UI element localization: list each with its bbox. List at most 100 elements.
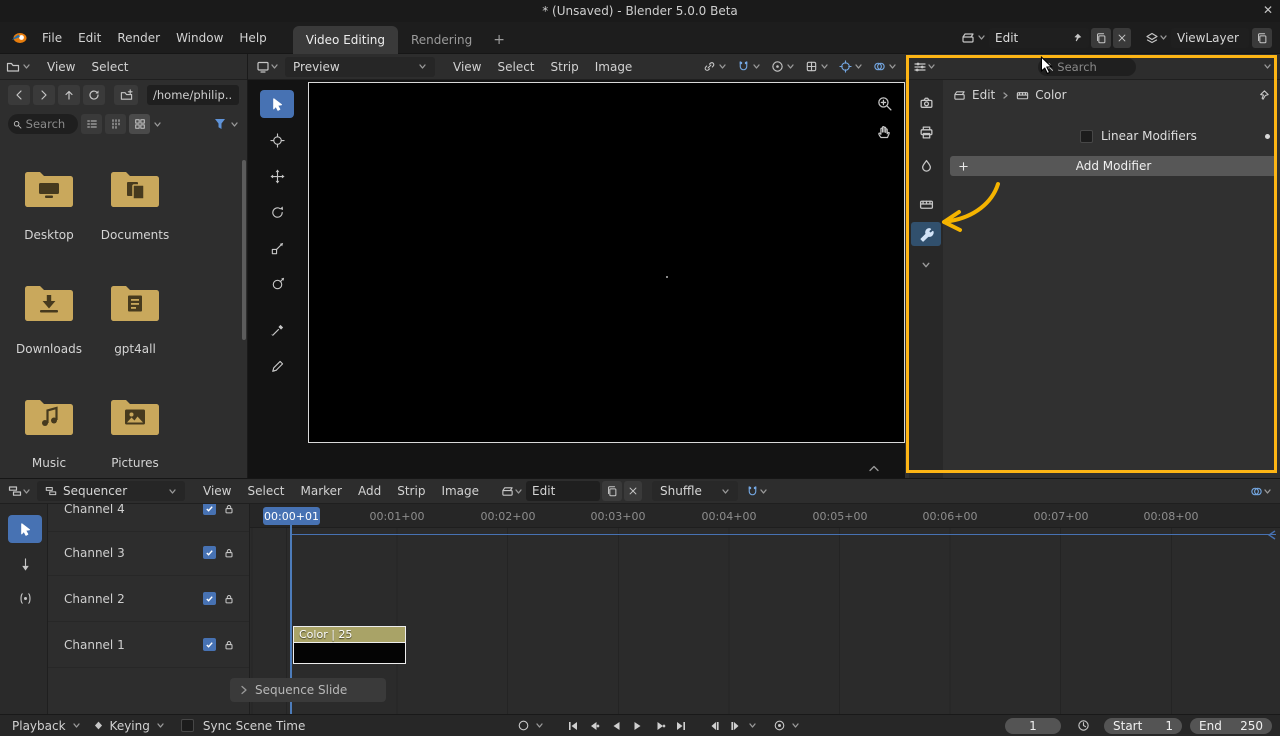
- folder-item-gpt4all[interactable]: gpt4all: [109, 282, 161, 396]
- snap-chevron-icon[interactable]: [752, 62, 761, 71]
- sequencer-mode-dropdown[interactable]: Sequencer: [37, 481, 185, 501]
- step-forward-button[interactable]: [726, 717, 746, 735]
- sequencer-editor-chevron-icon[interactable]: [22, 487, 31, 496]
- refresh-button[interactable]: [83, 85, 105, 105]
- tab-rendering[interactable]: Rendering: [398, 26, 485, 54]
- channel-row[interactable]: Channel 4: [48, 504, 249, 532]
- folder-item-downloads[interactable]: Downloads: [16, 282, 82, 396]
- record-chevron-icon[interactable]: [535, 721, 544, 730]
- output-properties-tab[interactable]: [911, 120, 941, 144]
- tabs-overflow-chevron-icon[interactable]: [921, 260, 931, 270]
- retiming-tool-button[interactable]: [8, 584, 42, 612]
- pin-icon[interactable]: [1257, 89, 1270, 102]
- pv-menu-strip[interactable]: Strip: [543, 60, 587, 74]
- cursor-tool-button[interactable]: [260, 126, 294, 154]
- back-button[interactable]: [8, 85, 30, 105]
- preview-editor-chevron-icon[interactable]: [270, 62, 279, 71]
- display-thumbnail-button[interactable]: [129, 114, 150, 134]
- display-horizontal-list-button[interactable]: [105, 114, 126, 134]
- render-properties-tab[interactable]: [911, 90, 941, 114]
- channel-visibility-checkbox[interactable]: [203, 546, 216, 559]
- channel-visibility-checkbox[interactable]: [203, 592, 216, 605]
- seq-overlays-chevron-icon[interactable]: [1263, 487, 1272, 496]
- folder-item-documents[interactable]: Documents: [101, 168, 169, 282]
- sync-scene-time-checkbox[interactable]: [180, 719, 194, 732]
- overlays-chevron-icon[interactable]: [888, 62, 897, 71]
- seq-scene-field[interactable]: Edit: [526, 481, 601, 501]
- sequencer-editor-type-icon[interactable]: [8, 484, 22, 498]
- fb-menu-select[interactable]: Select: [83, 60, 136, 74]
- timeline-ruler[interactable]: 00:01+00 00:02+00 00:03+00 00:04+00 00:0…: [250, 504, 1280, 528]
- modifiers-properties-tab[interactable]: [911, 222, 941, 246]
- menu-window[interactable]: Window: [168, 31, 231, 45]
- scene-icon[interactable]: [961, 31, 975, 45]
- menu-file[interactable]: File: [34, 31, 70, 45]
- channel-visibility-checkbox[interactable]: [203, 504, 216, 515]
- channel-lock-icon[interactable]: [223, 593, 235, 605]
- fb-scrollbar[interactable]: [242, 160, 246, 340]
- preview-canvas[interactable]: [308, 82, 905, 443]
- step-chevron-icon[interactable]: [748, 721, 757, 730]
- fb-search-field[interactable]: [8, 114, 78, 134]
- link-chevron-icon[interactable]: [718, 62, 727, 71]
- properties-options-chevron-icon[interactable]: [1263, 62, 1272, 71]
- keying-chevron-icon[interactable]: [156, 721, 165, 730]
- preview-mode-dropdown[interactable]: Preview: [285, 56, 435, 77]
- fb-menu-view[interactable]: View: [39, 60, 83, 74]
- pv-menu-image[interactable]: Image: [587, 60, 641, 74]
- strip-properties-tab[interactable]: [911, 192, 941, 216]
- viewlayer-icon[interactable]: [1145, 31, 1159, 45]
- path-field[interactable]: [147, 85, 239, 105]
- up-button[interactable]: [58, 85, 80, 105]
- seq-menu-select[interactable]: Select: [239, 484, 292, 498]
- current-frame-badge[interactable]: 00:00+01: [263, 507, 320, 525]
- overlap-mode-dropdown[interactable]: Shuffle: [652, 481, 739, 501]
- channel-lock-icon[interactable]: [223, 639, 235, 651]
- tab-video-editing[interactable]: Video Editing: [292, 25, 398, 54]
- add-modifier-button[interactable]: Add Modifier: [950, 156, 1277, 176]
- panel-options-dot[interactable]: [1265, 133, 1270, 139]
- channel-lock-icon[interactable]: [223, 547, 235, 559]
- path-input[interactable]: [153, 88, 233, 102]
- play-reverse-button[interactable]: [606, 717, 626, 735]
- seq-scene-chevron-icon[interactable]: [514, 487, 523, 496]
- transform-tool-button[interactable]: [260, 270, 294, 298]
- viewlayer-selector-chevron-icon[interactable]: [1159, 33, 1168, 42]
- sample-tool-button[interactable]: [260, 316, 294, 344]
- file-browser-editor-type-icon[interactable]: [6, 60, 20, 74]
- seq-menu-image[interactable]: Image: [433, 484, 487, 498]
- viewlayer-copy-button[interactable]: [1252, 27, 1272, 48]
- seq-snap-chevron-icon[interactable]: [759, 487, 768, 496]
- add-workspace-button[interactable]: +: [485, 26, 513, 54]
- seq-menu-strip[interactable]: Strip: [389, 484, 433, 498]
- channel-visibility-checkbox[interactable]: [203, 638, 216, 651]
- keying-menu[interactable]: Keying: [106, 719, 154, 733]
- menu-edit[interactable]: Edit: [70, 31, 109, 45]
- auto-keying-chevron-icon[interactable]: [791, 721, 800, 730]
- timeline[interactable]: 00:01+00 00:02+00 00:03+00 00:04+00 00:0…: [230, 504, 1280, 714]
- overlays-icon[interactable]: [873, 60, 886, 73]
- record-circle-icon[interactable]: [513, 717, 533, 735]
- link-icon[interactable]: [703, 60, 716, 73]
- pin-icon[interactable]: [1071, 32, 1083, 44]
- editor-type-chevron-icon[interactable]: [22, 62, 31, 71]
- seq-menu-view[interactable]: View: [195, 484, 239, 498]
- scroll-left-marker-icon[interactable]: [1268, 530, 1276, 540]
- pivot-chevron-icon[interactable]: [820, 62, 829, 71]
- filter-icon[interactable]: [213, 117, 227, 131]
- playback-chevron-icon[interactable]: [72, 721, 81, 730]
- channel-row[interactable]: Channel 3: [48, 530, 249, 576]
- frame-start-field[interactable]: Start 1: [1104, 717, 1182, 734]
- linear-modifiers-checkbox[interactable]: [1080, 129, 1093, 143]
- menu-help[interactable]: Help: [231, 31, 274, 45]
- current-frame-field[interactable]: 1: [1005, 717, 1061, 734]
- blender-logo-icon[interactable]: [10, 31, 28, 45]
- keying-diamond-icon[interactable]: [93, 720, 104, 731]
- folder-item-desktop[interactable]: Desktop: [23, 168, 75, 282]
- jump-to-end-button[interactable]: [672, 717, 692, 735]
- jump-to-start-button[interactable]: [562, 717, 582, 735]
- seq-overlays-icon[interactable]: [1250, 485, 1263, 498]
- pan-hand-icon[interactable]: [876, 124, 892, 140]
- seq-scene-unlink-button[interactable]: [624, 481, 643, 501]
- step-back-button[interactable]: [704, 717, 724, 735]
